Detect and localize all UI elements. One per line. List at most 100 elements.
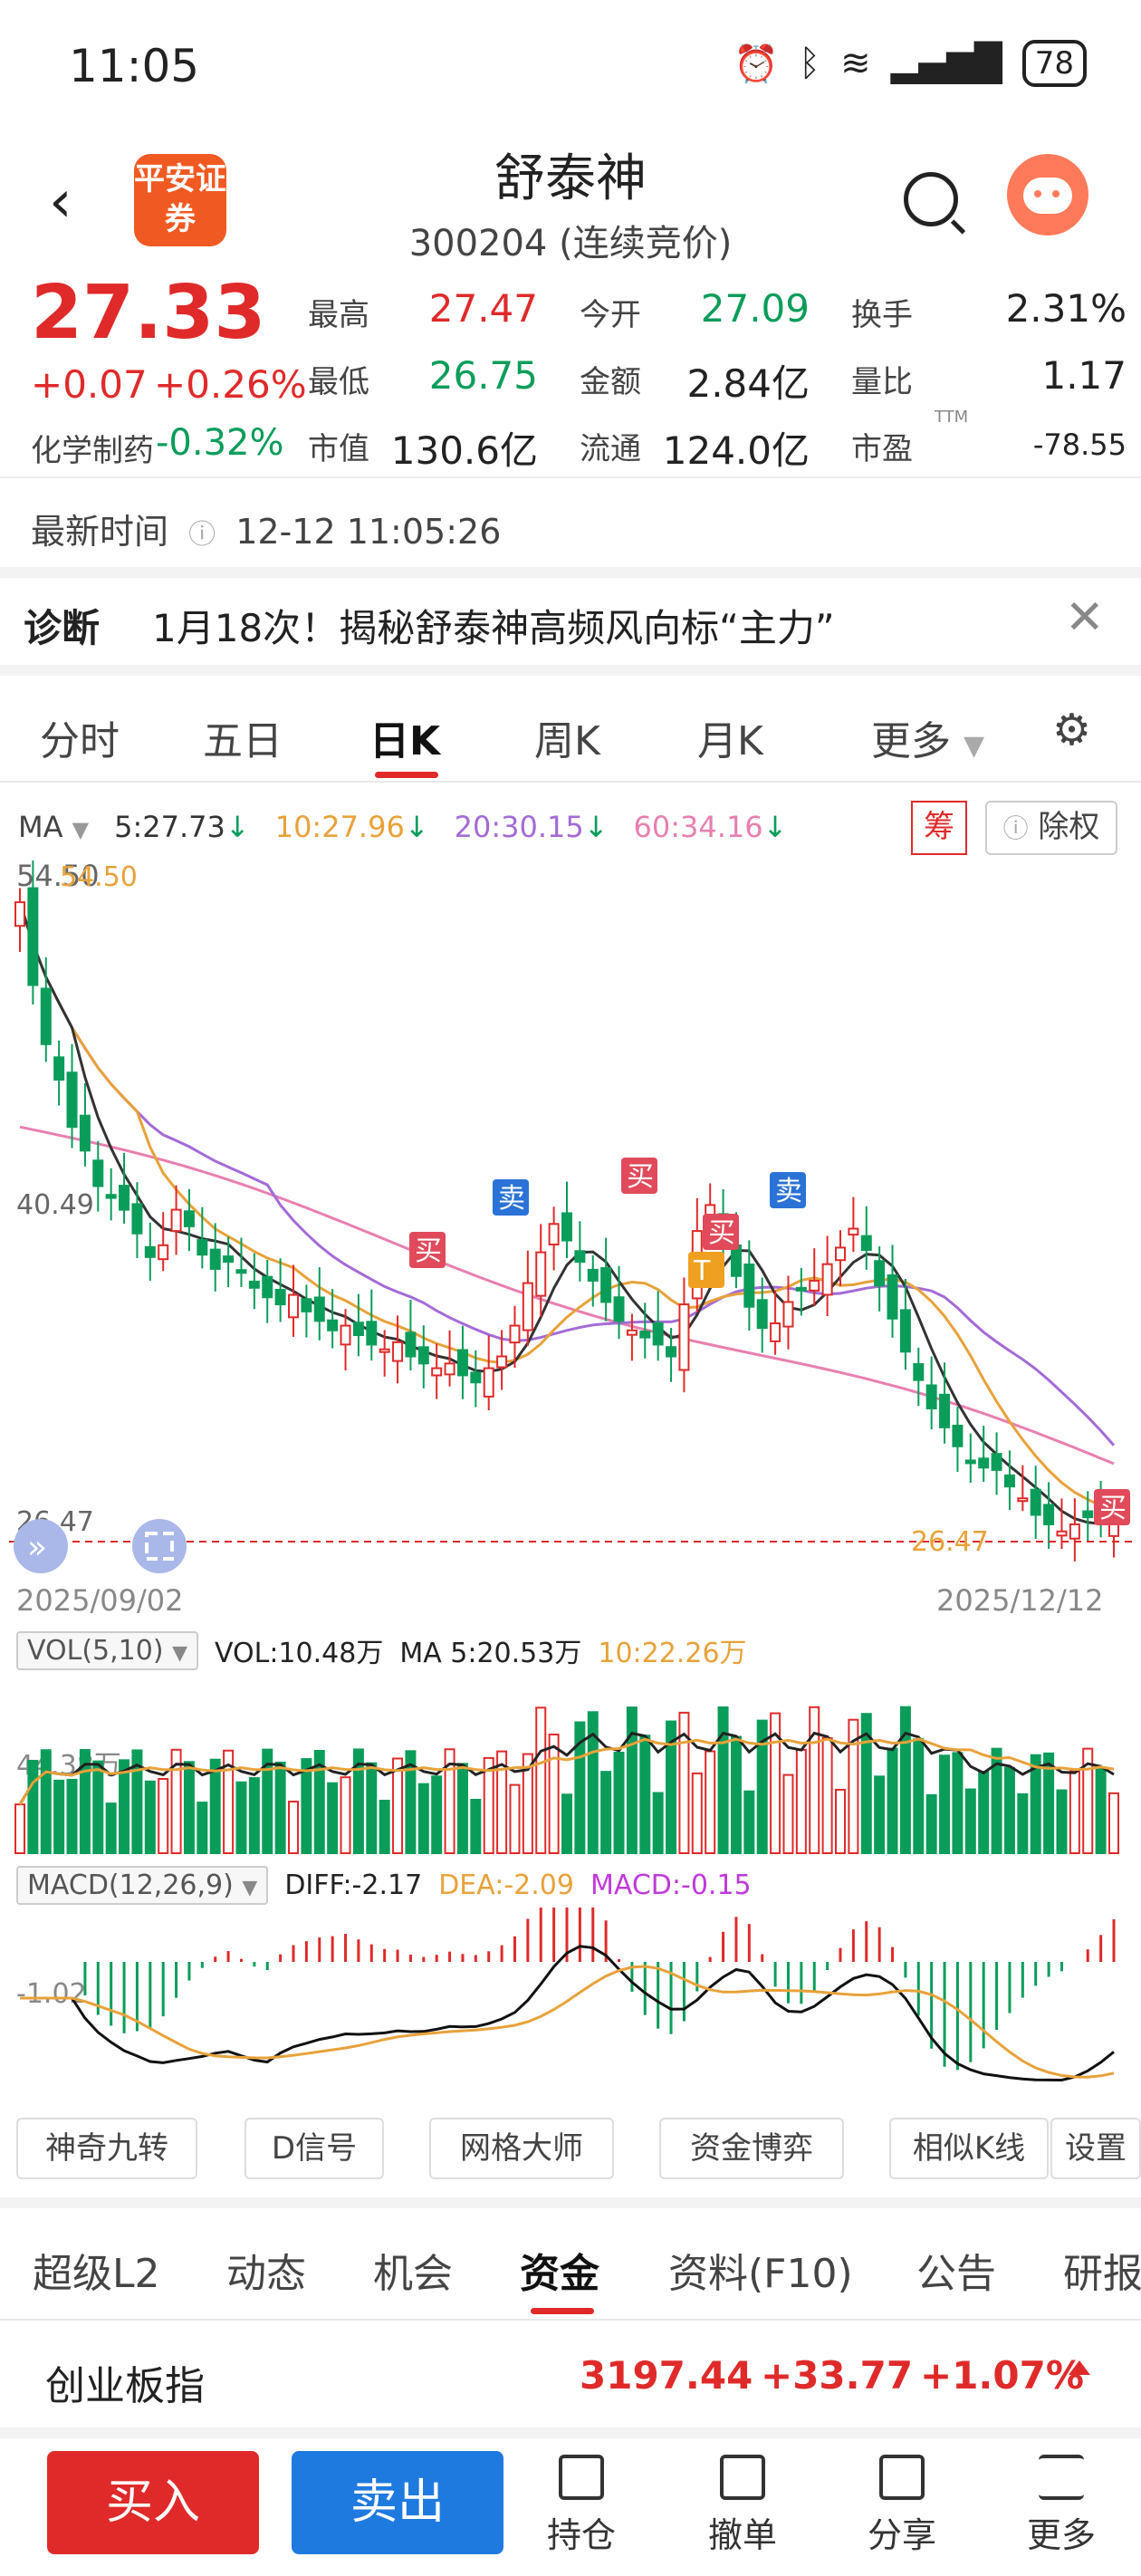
share-button[interactable]: 分享 — [848, 2446, 956, 2557]
tab-more[interactable]: 更多 ▼ — [871, 708, 984, 766]
volume-bar — [1003, 1766, 1015, 1854]
volume-bar — [379, 1800, 390, 1854]
ma5-value: 5:27.73↓ — [114, 810, 250, 844]
candle-body — [223, 1255, 235, 1264]
tool-similar-k[interactable]: 相似K线 — [889, 2118, 1049, 2179]
volume-bar — [874, 1775, 886, 1854]
tab-intraday[interactable]: 分时 — [40, 708, 120, 766]
tab-dynamics[interactable]: 动态 — [226, 2241, 306, 2299]
quote-field-label: 换手 — [851, 297, 913, 333]
kline-chart[interactable]: 54.50 54.50 40.49 26.47 26.47 2025/09/02… — [0, 860, 1141, 2038]
quote-field-label: 最高 — [308, 297, 369, 333]
volume-bar — [691, 1772, 703, 1854]
macd-diff: DIFF:-2.17 — [284, 1870, 423, 1901]
tab-super-l2[interactable]: 超级L2 — [33, 2241, 160, 2299]
quote-field-label: 流通 — [580, 431, 641, 467]
volume-bar — [92, 1760, 104, 1854]
volume-bar — [626, 1706, 638, 1855]
gear-icon[interactable]: ⚙ — [1052, 705, 1091, 755]
candle-body — [144, 1245, 156, 1258]
volume-bar — [327, 1782, 339, 1854]
tool-magic-nine[interactable]: 神奇九转 — [16, 2118, 197, 2179]
tab-daily-k[interactable]: 日K — [369, 708, 440, 766]
volume-bar — [1108, 1792, 1119, 1854]
candle-body — [248, 1280, 260, 1289]
candle-body — [92, 1159, 104, 1187]
tab-weekly-k[interactable]: 周K — [534, 708, 600, 766]
quote-field-label: 金额 — [580, 364, 641, 400]
volume-ma10: 10:22.26万 — [598, 1638, 747, 1669]
update-time: 最新时间 ⓘ 12-12 11:05:26 — [31, 504, 501, 553]
candle-body — [119, 1185, 130, 1211]
candle-body — [405, 1331, 417, 1358]
candle-body — [561, 1212, 572, 1242]
volume-bar — [782, 1773, 794, 1854]
divider — [0, 567, 1141, 578]
volume-bar — [509, 1783, 521, 1854]
volume-bar — [14, 1803, 25, 1854]
tool-settings[interactable]: 设置 — [1050, 2118, 1141, 2179]
wifi-icon: ≋ — [840, 43, 871, 84]
industry-name[interactable]: 化学制药 — [31, 426, 154, 470]
volume-ma5: MA 5:20.53万 — [399, 1638, 582, 1669]
close-icon[interactable]: ✕ — [1065, 591, 1105, 645]
expand-up-icon[interactable] — [1069, 2360, 1090, 2375]
info-icon[interactable]: ⓘ — [188, 519, 216, 551]
search-icon[interactable] — [904, 172, 958, 226]
more-button[interactable]: 更多 — [1007, 2446, 1116, 2557]
volume-indicator-selector[interactable]: VOL(5,10) ▼ — [16, 1630, 198, 1670]
quote-fields: 最高 27.47 今开 27.09 换手 2.31% 最低 26.75 金额 2.84亿 量比 1.1… — [308, 286, 1127, 473]
chip-distribution-button[interactable]: 筹 — [911, 801, 967, 855]
tab-funds[interactable]: 资金 — [520, 2241, 599, 2299]
diagnosis-text[interactable]: 1月18次！揭秘舒泰神高频风向标“主力” — [152, 598, 835, 653]
volume-bar — [197, 1802, 208, 1854]
holdings-button[interactable]: 持仓 — [527, 2446, 636, 2557]
volume-bar — [144, 1780, 156, 1854]
macd-indicator-selector[interactable]: MACD(12,26,9) ▼ — [16, 1866, 269, 1905]
volume-bar — [652, 1792, 664, 1854]
tool-d-signal[interactable]: D信号 — [244, 2118, 384, 2179]
assistant-avatar-icon[interactable] — [1007, 154, 1088, 235]
fullscreen-icon[interactable] — [132, 1519, 187, 1573]
candle-body — [209, 1248, 221, 1270]
tab-indicator — [375, 772, 438, 778]
quote-field-value: 2.31% — [1005, 286, 1127, 331]
volume-bar — [209, 1758, 221, 1854]
volume-bar — [952, 1752, 964, 1854]
ex-rights-button[interactable]: ⓘ 除权 — [985, 801, 1117, 855]
tab-opportunity[interactable]: 机会 — [373, 2241, 453, 2299]
candle-body — [821, 1263, 833, 1296]
cancel-order-button[interactable]: 撤单 — [688, 2446, 797, 2557]
candle-body — [183, 1210, 195, 1227]
candle-body — [131, 1203, 143, 1235]
volume-bar — [600, 1771, 612, 1854]
tab-five-day[interactable]: 五日 — [203, 708, 283, 766]
index-name[interactable]: 创业板指 — [45, 2353, 205, 2411]
tab-f10[interactable]: 资料(F10) — [668, 2241, 853, 2299]
sell-button[interactable]: 卖出 — [292, 2451, 503, 2554]
tab-monthly-k[interactable]: 月K — [697, 708, 763, 766]
candle-body — [600, 1266, 612, 1303]
candle-body — [509, 1324, 521, 1344]
buy-button[interactable]: 买入 — [47, 2451, 259, 2554]
tool-fund-game[interactable]: 资金博弈 — [659, 2118, 844, 2179]
marker-label: 买 — [708, 1217, 735, 1249]
candle-body — [587, 1268, 599, 1282]
macd-chart[interactable] — [0, 1908, 1141, 2098]
index-value: 3197.44 — [580, 2353, 753, 2398]
marker-label: 卖 — [498, 1183, 525, 1215]
tab-announcements[interactable]: 公告 — [916, 2241, 996, 2299]
tab-research[interactable]: 研报 — [1063, 2241, 1141, 2299]
candle-body — [1043, 1504, 1055, 1525]
volume-bar — [27, 1759, 39, 1854]
volume-chart[interactable] — [0, 1672, 1141, 1857]
macd-dea: DEA:-2.09 — [438, 1870, 574, 1901]
tab-more-label: 更多 — [871, 718, 951, 764]
price-high-mark: 54.50 — [60, 861, 138, 893]
volume-bar — [183, 1761, 195, 1854]
tool-grid-master[interactable]: 网格大师 — [429, 2118, 614, 2179]
status-bar: 11:05 ⏰ ᛒ ≋ ▂▄▆█ 78 — [0, 0, 1141, 136]
ma-selector[interactable]: MA ▼ — [18, 810, 89, 844]
update-label: 最新时间 — [31, 512, 169, 552]
volume-bar — [235, 1781, 247, 1854]
